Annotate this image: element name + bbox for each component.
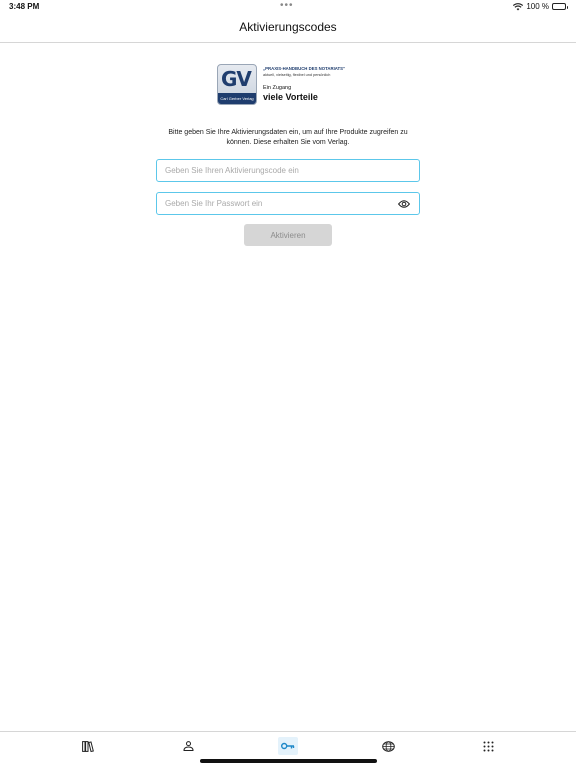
globe-icon bbox=[381, 740, 395, 752]
multitasking-dots[interactable]: ••• bbox=[280, 0, 294, 11]
activation-code-input[interactable] bbox=[165, 166, 411, 175]
show-password-icon[interactable] bbox=[397, 199, 411, 209]
publisher-logo: GV Carl Gerber Verlag bbox=[217, 64, 257, 105]
instruction-text: Bitte geben Sie Ihre Aktivierungsdaten e… bbox=[168, 129, 408, 146]
profile-icon bbox=[182, 741, 194, 751]
library-icon bbox=[82, 740, 94, 752]
grid-icon bbox=[483, 741, 493, 751]
tab-library[interactable] bbox=[78, 737, 98, 755]
tab-activation-codes[interactable] bbox=[278, 737, 298, 755]
status-bar: 3:48 PM ••• 100 % bbox=[0, 0, 576, 14]
activate-button[interactable]: Aktivieren bbox=[244, 224, 332, 246]
banner-headline-large: viele Vorteile bbox=[263, 92, 318, 102]
battery-icon bbox=[552, 3, 568, 10]
password-input[interactable] bbox=[165, 199, 397, 208]
banner-headline-small: Ein Zugang bbox=[263, 85, 292, 91]
banner-text: „PRAXIS-HANDBUCH DES NOTARIATS“ aktuell,… bbox=[263, 64, 345, 106]
tab-profile[interactable] bbox=[178, 737, 198, 755]
tab-more[interactable] bbox=[478, 737, 498, 755]
publisher-banner: GV Carl Gerber Verlag „PRAXIS-HANDBUCH D… bbox=[217, 64, 360, 106]
activation-code-field[interactable] bbox=[156, 159, 420, 182]
navigation-header: Aktivierungscodes bbox=[0, 14, 576, 43]
home-indicator bbox=[200, 759, 377, 763]
status-time: 3:48 PM bbox=[9, 2, 40, 11]
key-icon bbox=[281, 742, 295, 750]
banner-product-title: „PRAXIS-HANDBUCH DES NOTARIATS“ bbox=[263, 66, 346, 71]
banner-tagline: aktuell, vielseitig, flexibel und persön… bbox=[263, 73, 331, 77]
password-field[interactable] bbox=[156, 192, 420, 215]
status-indicators: 100 % bbox=[513, 2, 568, 11]
tab-web[interactable] bbox=[378, 737, 398, 755]
battery-percent: 100 % bbox=[526, 2, 549, 11]
logo-mark: GV bbox=[221, 67, 252, 91]
page-title: Aktivierungscodes bbox=[239, 20, 337, 34]
wifi-icon bbox=[513, 2, 524, 11]
logo-publisher-name: Carl Gerber Verlag bbox=[218, 93, 256, 104]
